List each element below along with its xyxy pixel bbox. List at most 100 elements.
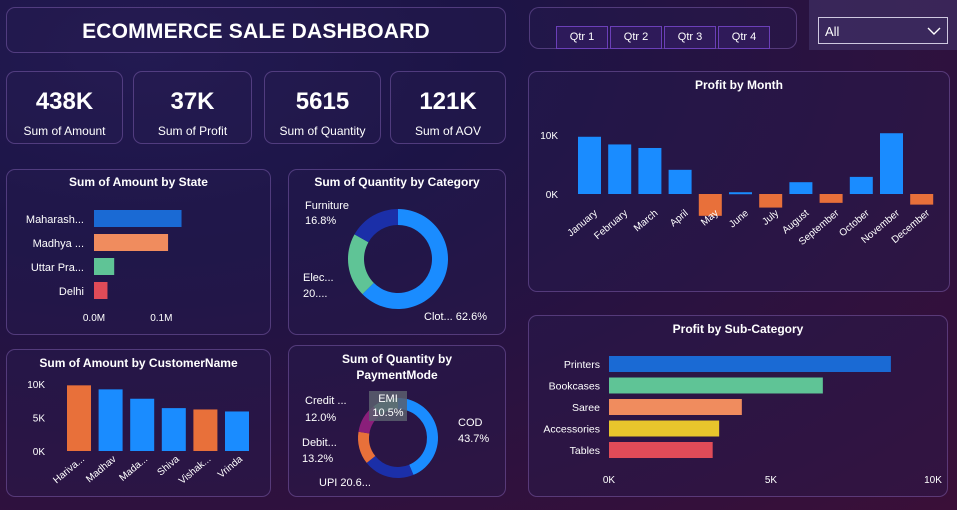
kpi-value: 5615 bbox=[295, 88, 350, 115]
donut-slice[interactable] bbox=[354, 209, 398, 243]
filter-dropdown-wrap: All bbox=[809, 0, 957, 50]
amount-by-state-panel: Sum of Amount by State Maharash... Madhya… bbox=[6, 169, 271, 335]
subcategory-label: Tables bbox=[570, 445, 600, 457]
label-pct: 20.... bbox=[303, 288, 328, 300]
subcategory-bar[interactable] bbox=[609, 356, 891, 372]
kpi-aov-card: 121K Sum of AOV bbox=[390, 71, 506, 144]
dashboard-title: ECOMMERCE SALE DASHBOARD bbox=[82, 20, 430, 43]
quantity-by-payment-panel: Sum of Quantity by PaymentMode COD 43.7% U… bbox=[288, 345, 506, 497]
customer-category-label: Shiva bbox=[155, 454, 182, 479]
customer-bars: 10K 5K 0K Hariva...MadhavMada... ShivaVishak… bbox=[27, 380, 249, 487]
customer-bar[interactable] bbox=[67, 385, 91, 451]
kpi-label: Sum of Amount bbox=[23, 124, 106, 138]
x-tick-label: 0K bbox=[603, 475, 616, 486]
profit-by-month-chart: 10K 0K January February March April May June Jul… bbox=[529, 72, 951, 293]
filter-dropdown[interactable]: All bbox=[818, 17, 948, 44]
customer-bar[interactable] bbox=[98, 389, 123, 451]
kpi-amount-card: 438K Sum of Amount bbox=[6, 71, 123, 144]
subcategory-bar[interactable] bbox=[609, 399, 742, 415]
y-tick-label: 10K bbox=[27, 380, 45, 391]
month-bar[interactable] bbox=[729, 192, 752, 195]
kpi-value: 37K bbox=[170, 88, 215, 115]
month-category-label: March bbox=[632, 208, 660, 234]
customer-category-label: Mada... bbox=[118, 454, 151, 484]
title-panel: ECOMMERCE SALE DASHBOARD bbox=[6, 7, 506, 53]
qtr1-button[interactable]: Qtr 1 bbox=[556, 26, 608, 49]
label-pct: 12.0% bbox=[305, 412, 337, 424]
month-bar[interactable] bbox=[880, 133, 903, 194]
category-label-clothing: Clot... 62.6% bbox=[424, 311, 487, 323]
chart-title: Sum of Quantity by PaymentMode bbox=[289, 351, 505, 383]
customer-category-label: Vrinda bbox=[216, 454, 245, 481]
chart-title: Sum of Quantity by Category bbox=[314, 175, 480, 189]
profit-by-subcategory-panel: Profit by Sub-Category Printers Bookcases… bbox=[528, 315, 948, 497]
customer-category-label: Vishak... bbox=[177, 454, 213, 487]
subcategory-bar[interactable] bbox=[609, 442, 713, 458]
month-bar[interactable] bbox=[819, 194, 843, 203]
state-bar[interactable] bbox=[94, 282, 108, 299]
kpi-label: Sum of Quantity bbox=[279, 124, 366, 138]
state-category-label: Delhi bbox=[59, 286, 84, 298]
state-category-label: Madhya ... bbox=[33, 238, 84, 250]
kpi-value: 438K bbox=[35, 88, 94, 115]
quantity-by-category-panel: Sum of Quantity by Category Furniture 16.… bbox=[288, 169, 506, 335]
customer-bar[interactable] bbox=[130, 398, 155, 451]
subcategory-bars: Printers Bookcases Saree Accessories Tables 0… bbox=[543, 356, 942, 486]
state-bar[interactable] bbox=[94, 258, 115, 275]
state-bars: Maharash... Madhya ... Uttar Pra... Delhi 0.… bbox=[26, 210, 182, 324]
x-tick-label: 0.1M bbox=[150, 313, 172, 324]
month-bar[interactable] bbox=[759, 194, 783, 208]
month-bar[interactable] bbox=[910, 194, 934, 205]
customer-bar[interactable] bbox=[193, 409, 218, 451]
month-bar[interactable] bbox=[578, 136, 601, 194]
label-text: Elec... bbox=[303, 272, 334, 284]
subcategory-label: Accessories bbox=[543, 424, 600, 436]
state-category-label: Maharash... bbox=[26, 214, 84, 226]
title-line-1: Sum of Quantity by bbox=[341, 352, 452, 366]
label-pct: 43.7% bbox=[458, 433, 490, 445]
month-bars: 10K0KJanuaryFebruary March April May June Jul… bbox=[540, 131, 934, 248]
state-bar[interactable] bbox=[94, 234, 169, 251]
month-bar[interactable] bbox=[668, 169, 692, 194]
label-pct: 16.8% bbox=[305, 215, 337, 227]
customer-category-label: Madhav bbox=[84, 454, 118, 485]
qtr3-button[interactable]: Qtr 3 bbox=[664, 26, 716, 49]
kpi-value: 121K bbox=[419, 88, 477, 115]
category-donut-chart bbox=[348, 209, 448, 309]
month-bar[interactable] bbox=[849, 176, 873, 194]
title-line-2: PaymentMode bbox=[356, 368, 438, 382]
payment-label-credit: Credit ... 12.0% bbox=[305, 393, 347, 427]
donut-slice[interactable] bbox=[348, 234, 374, 295]
subcategory-bar[interactable] bbox=[609, 377, 823, 394]
quarter-slicer: Qtr 1 Qtr 2 Qtr 3 Qtr 4 bbox=[529, 7, 797, 49]
x-tick-label: 5K bbox=[765, 475, 778, 486]
subcategory-label: Saree bbox=[572, 402, 600, 414]
kpi-label: Sum of Profit bbox=[157, 124, 228, 138]
donut-slice[interactable] bbox=[366, 456, 414, 478]
label-text: Debit... bbox=[302, 437, 337, 449]
subcategory-bar[interactable] bbox=[609, 420, 720, 437]
month-category-label: April bbox=[668, 208, 690, 229]
qtr4-button[interactable]: Qtr 4 bbox=[718, 26, 770, 49]
label-pct: 13.2% bbox=[302, 453, 334, 465]
payment-label-debit: Debit... 13.2% bbox=[302, 435, 337, 467]
x-tick-label: 10K bbox=[924, 475, 942, 486]
y-tick-label: 0K bbox=[546, 190, 559, 201]
filter-selected: All bbox=[825, 24, 840, 39]
label-pct: 10.5% bbox=[372, 407, 404, 419]
month-bar[interactable] bbox=[608, 144, 632, 194]
state-category-label: Uttar Pra... bbox=[31, 262, 84, 274]
qtr2-button[interactable]: Qtr 2 bbox=[610, 26, 662, 49]
month-bar[interactable] bbox=[789, 182, 813, 194]
customer-bar[interactable] bbox=[225, 411, 249, 451]
month-bar[interactable] bbox=[638, 147, 662, 194]
payment-label-upi: UPI 20.6... bbox=[319, 477, 371, 489]
profit-by-month-panel: Profit by Month 10K 0K January February Marc… bbox=[528, 71, 950, 292]
state-bar[interactable] bbox=[94, 210, 182, 227]
customer-bar[interactable] bbox=[161, 408, 186, 451]
kpi-quantity-card: 5615 Sum of Quantity bbox=[264, 71, 381, 144]
y-tick-label: 0K bbox=[33, 447, 46, 458]
category-label-furniture: Furniture 16.8% bbox=[305, 199, 349, 229]
label-text: Furniture bbox=[305, 200, 350, 212]
amount-by-customer-panel: Sum of Amount by CustomerName 10K 5K 0K Har… bbox=[6, 349, 271, 497]
